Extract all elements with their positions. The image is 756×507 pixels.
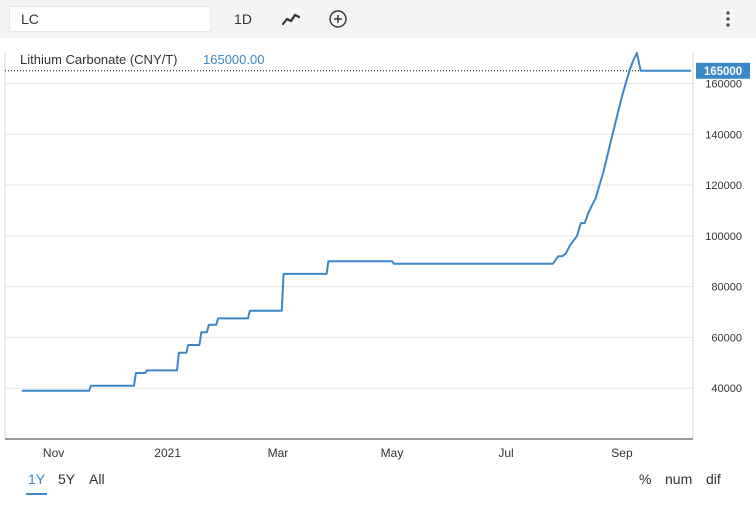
x-tick-label: Mar (268, 446, 289, 460)
plus-circle-icon[interactable] (322, 6, 354, 32)
x-tick-label: Nov (43, 446, 64, 460)
x-tick-label: Jul (498, 446, 513, 460)
toolbar: LC 1D (0, 0, 756, 38)
grid (4, 53, 694, 440)
x-tick-label: Sep (611, 446, 633, 460)
mode-dif-button[interactable]: dif (706, 471, 721, 487)
x-tick-label: 2021 (154, 446, 181, 460)
legend-series-value: 165000.00 (203, 52, 264, 67)
mode-num-button[interactable]: num (665, 471, 692, 487)
range-1y-button[interactable]: 1Y (28, 471, 45, 487)
y-tick-label: 40000 (711, 383, 742, 395)
line-chart-icon[interactable] (276, 6, 306, 32)
range-active-indicator (26, 493, 47, 495)
kebab-menu-icon[interactable] (718, 6, 738, 32)
chart-area[interactable]: 40000 60000 80000 100000 120000 140000 160000 … (0, 38, 756, 502)
last-price-label: 165000 (704, 66, 742, 78)
mode-percent-button[interactable]: % (639, 471, 651, 487)
range-5y-button[interactable]: 5Y (58, 471, 75, 487)
range-all-button[interactable]: All (89, 471, 105, 487)
y-tick-label: 80000 (711, 282, 742, 294)
y-axis: 40000 60000 80000 100000 120000 140000 160000 (705, 78, 742, 395)
interval-button[interactable]: 1D (226, 6, 260, 32)
legend-series-name: Lithium Carbonate (CNY/T) (20, 52, 178, 67)
y-tick-label: 60000 (711, 332, 742, 344)
x-tick-label: May (381, 446, 404, 460)
price-chart[interactable]: 400006000080000100000120000140000160000 … (0, 38, 756, 502)
symbol-input[interactable]: LC (9, 6, 211, 32)
series-line (21, 52, 692, 392)
y-tick-label: 120000 (705, 180, 742, 192)
x-axis: Nov 2021 Mar May Jul Sep (43, 446, 633, 460)
y-tick-label: 160000 (705, 78, 742, 90)
y-tick-label: 140000 (705, 129, 742, 141)
y-tick-label: 100000 (705, 231, 742, 243)
